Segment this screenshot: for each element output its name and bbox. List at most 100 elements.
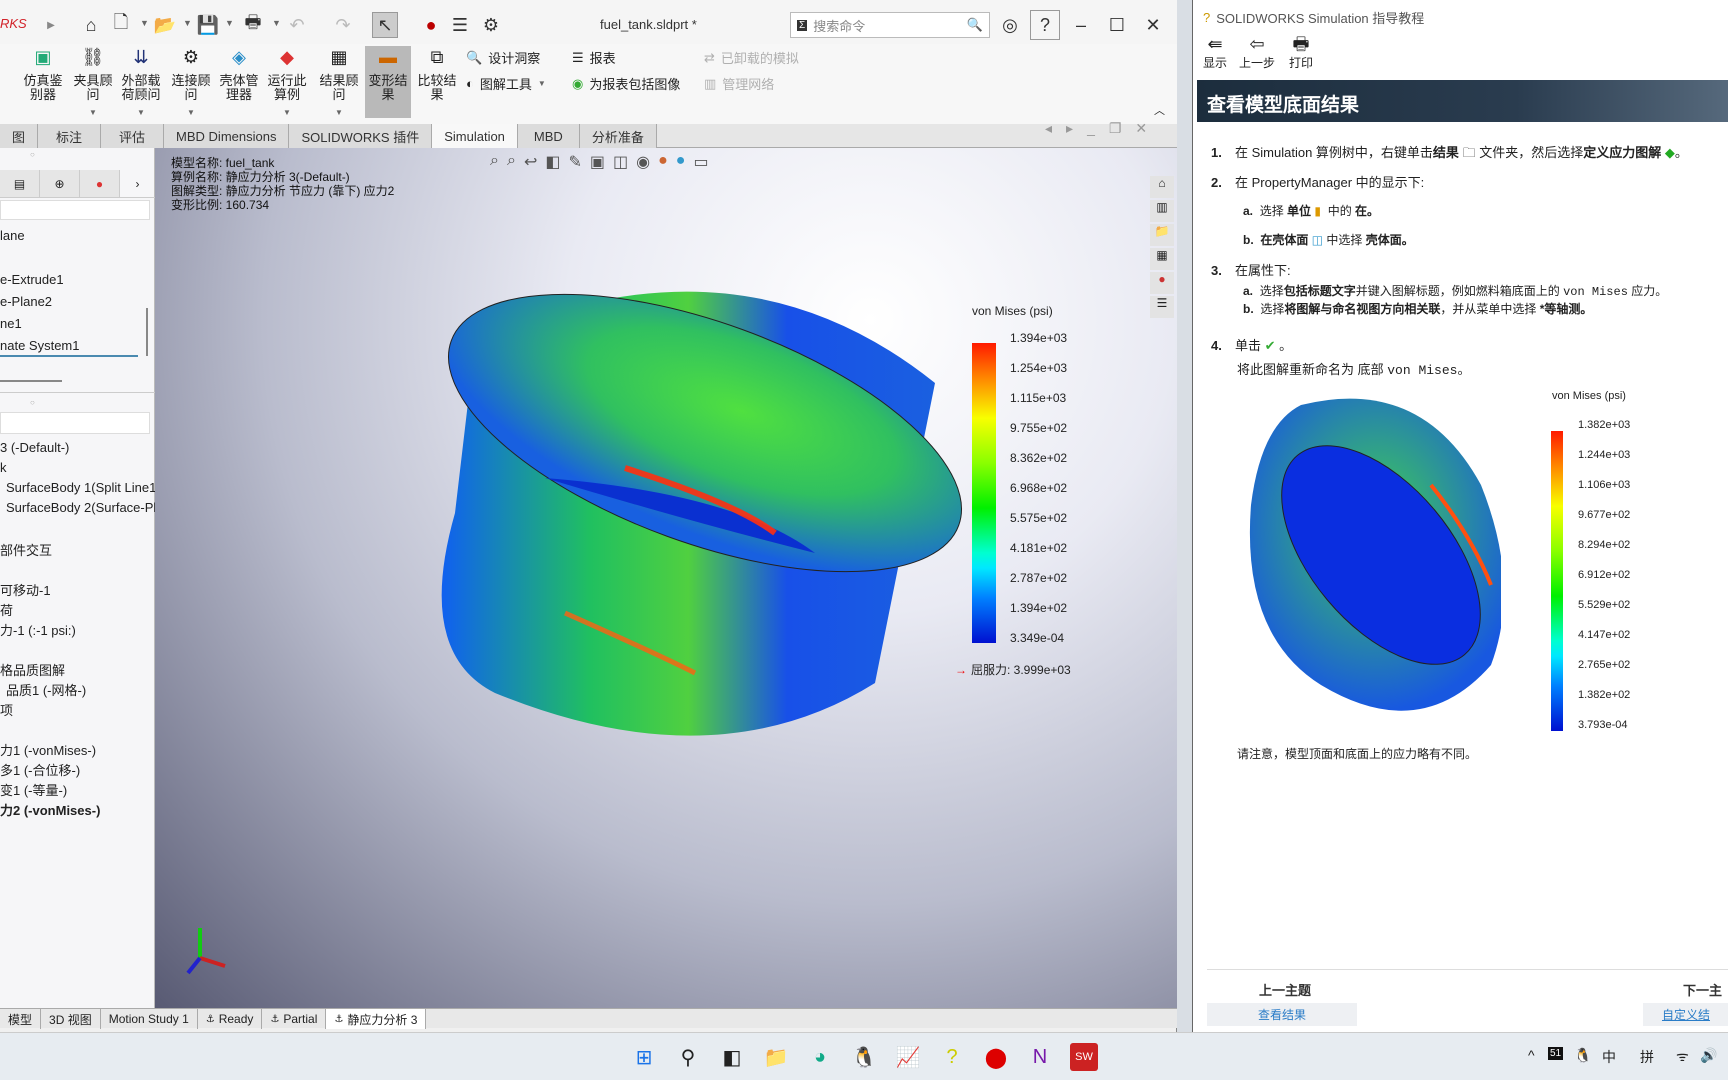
configuration-tab[interactable]: ⊕ — [40, 170, 80, 197]
print-icon[interactable]: 🖶 — [240, 12, 266, 38]
chevron-down-icon[interactable]: ▼ — [225, 18, 234, 28]
recorder-icon[interactable]: ⬤ — [982, 1043, 1010, 1071]
stress-plot-model[interactable] — [315, 263, 1035, 803]
ribbon-button-deformed-result[interactable]: ▬ 变形结果 — [365, 46, 411, 118]
rollback-bar[interactable] — [0, 355, 138, 357]
tab-static-study-3[interactable]: ⚓ 静应力分析 3 — [326, 1009, 427, 1029]
user-icon[interactable]: ◎ — [995, 10, 1025, 40]
onenote-icon[interactable]: N — [1026, 1043, 1054, 1071]
ribbon-button-compare-results[interactable]: ⧉ 比较结果 — [414, 48, 460, 102]
next-window-icon[interactable]: ▸ — [1066, 120, 1073, 137]
ribbon-button-sim-evaluator[interactable]: ▣ 仿真鉴别器 — [20, 48, 66, 102]
input-mode[interactable]: 中 — [1602, 1047, 1616, 1067]
help-icon[interactable]: ? — [1030, 10, 1060, 40]
sim-tree-item[interactable]: 部件交互 — [0, 540, 52, 559]
collapse-ribbon-icon[interactable]: ︿ — [1154, 102, 1165, 118]
chevron-down-icon[interactable]: ▼ — [70, 106, 116, 120]
property-manager-tab[interactable]: ▤ — [0, 170, 40, 197]
more-tabs-arrow[interactable]: › — [120, 170, 155, 197]
redo-icon[interactable]: ↷ — [330, 12, 356, 38]
save-icon[interactable]: 💾 — [195, 12, 221, 38]
plot-tools-button[interactable]: ◐ 图解工具 ▼ — [466, 74, 546, 93]
tree-item[interactable]: ne1 — [0, 316, 22, 331]
appearance-tab[interactable]: ● — [80, 170, 120, 197]
h-scrollbar[interactable] — [0, 380, 62, 382]
include-image-button[interactable]: ◉ 为报表包括图像 — [572, 74, 680, 93]
zoom-to-fit-icon[interactable]: ⌕ — [490, 152, 499, 172]
zoom-to-area-icon[interactable]: ⌕ — [507, 152, 516, 172]
custom-properties-icon[interactable]: ☰ — [1150, 296, 1174, 318]
sim-tree-item[interactable]: 项 — [0, 700, 13, 719]
design-insight-button[interactable]: 🔍 设计洞察 — [466, 48, 540, 67]
tab-ready[interactable]: ⚓ Ready — [198, 1009, 263, 1029]
monitor-app-icon[interactable]: 📈 — [894, 1043, 922, 1071]
tab-evaluate[interactable]: 评估 — [101, 124, 165, 148]
apply-scene-icon[interactable]: ● — [676, 152, 686, 172]
back-button[interactable]: ⇦ 上一步 — [1239, 34, 1275, 71]
tray-badge[interactable]: 51 — [1548, 1047, 1564, 1060]
feature-filter-input[interactable] — [0, 200, 150, 220]
sim-tree-item[interactable]: 力2 (-vonMises-) — [0, 800, 100, 819]
expand-menu-icon[interactable]: ▶ — [38, 12, 64, 38]
minimize-viewport-icon[interactable]: _ — [1087, 120, 1095, 137]
sim-tree-item[interactable]: k — [0, 460, 7, 475]
previous-view-icon[interactable]: ↩ — [524, 152, 537, 172]
task-view-icon[interactable]: ◧ — [718, 1043, 746, 1071]
open-file-icon[interactable]: 📂 — [152, 12, 178, 38]
sim-tree-item[interactable]: 品质1 (-网格-) — [6, 680, 86, 699]
edit-appearance-icon[interactable]: ● — [658, 152, 668, 172]
chevron-down-icon[interactable]: ▼ — [264, 106, 310, 120]
ime-indicator[interactable]: 拼 — [1640, 1047, 1654, 1067]
ribbon-button-fixture-advisor[interactable]: ⛓ 夹具顾问 ▼ — [70, 48, 116, 120]
sim-tree-item[interactable]: SurfaceBody 1(Split Line1) (- — [6, 480, 173, 495]
prev-window-icon[interactable]: ◂ — [1045, 120, 1052, 137]
tab-3d-view[interactable]: 3D 视图 — [41, 1009, 101, 1029]
undo-icon[interactable]: ↶ — [284, 12, 310, 38]
wifi-icon[interactable]: ᯤ — [1676, 1047, 1689, 1066]
tree-item[interactable]: nate System1 — [0, 338, 80, 353]
tab-solidworks-addins[interactable]: SOLIDWORKS 插件 — [289, 124, 433, 148]
tab-motion-study[interactable]: Motion Study 1 — [101, 1009, 198, 1029]
minimize-button[interactable]: – — [1066, 10, 1096, 40]
qq-tray-icon[interactable]: 🐧 — [1574, 1047, 1591, 1064]
sim-tree-filter-input[interactable] — [0, 412, 150, 434]
chevron-down-icon[interactable]: ▼ — [272, 18, 281, 28]
restore-viewport-icon[interactable]: ❐ — [1109, 120, 1122, 137]
display-style-icon[interactable]: ◫ — [613, 152, 628, 172]
start-icon[interactable]: ⊞ — [630, 1043, 658, 1071]
command-search-box[interactable]: Σ 搜索命令 🔍 — [790, 12, 990, 38]
close-button[interactable]: ✕ — [1138, 10, 1168, 40]
tree-item[interactable]: e-Plane2 — [0, 294, 52, 309]
home-icon[interactable]: ⌂ — [78, 12, 104, 38]
sim-tree-item[interactable]: 多1 (-合位移-) — [0, 760, 80, 779]
file-explorer-icon[interactable]: 📁 — [1150, 224, 1174, 246]
sim-tree-item[interactable]: 可移动-1 — [0, 580, 51, 599]
qq-icon[interactable]: 🐧 — [850, 1043, 878, 1071]
view-settings-icon[interactable]: ▭ — [693, 152, 708, 172]
chevron-down-icon[interactable]: ▼ — [316, 106, 362, 120]
next-topic-link[interactable]: 自定义结 — [1643, 1003, 1728, 1026]
design-library-icon[interactable]: ▥ — [1150, 200, 1174, 222]
chevron-down-icon[interactable]: ▼ — [140, 18, 149, 28]
sim-tree-item[interactable]: 格品质图解 — [0, 660, 65, 679]
search-icon[interactable]: 🔍 — [967, 17, 983, 33]
ribbon-button-run-study[interactable]: ◆ 运行此算例 ▼ — [264, 48, 310, 120]
help-app-icon[interactable]: ? — [938, 1043, 966, 1071]
sim-tree-item[interactable]: SurfaceBody 2(Surface-Plan — [6, 500, 171, 515]
tab-markup[interactable]: 标注 — [38, 124, 102, 148]
tab-partial[interactable]: ⚓ Partial — [262, 1009, 327, 1029]
new-file-icon[interactable]: 🗋 — [108, 12, 134, 38]
splitter-handle[interactable]: ○ — [30, 398, 35, 407]
tree-item[interactable]: lane — [0, 228, 25, 243]
scrollbar[interactable] — [146, 308, 148, 356]
gear-icon[interactable]: ⚙ — [478, 12, 504, 38]
file-properties-icon[interactable]: ☰ — [447, 12, 473, 38]
solidworks-taskbar-icon[interactable]: SW — [1070, 1043, 1098, 1071]
chevron-down-icon[interactable]: ▼ — [183, 18, 192, 28]
hide-show-icon[interactable]: ◉ — [636, 152, 650, 172]
graphics-viewport[interactable]: 模型名称: fuel_tank 算例名称: 静应力分析 3(-Default-)… — [155, 120, 1177, 1008]
tab-mbd-dimensions[interactable]: MBD Dimensions — [164, 124, 290, 148]
splitter-handle[interactable]: ○ — [30, 150, 35, 159]
file-explorer-icon[interactable]: 📁 — [762, 1043, 790, 1071]
sim-tree-item[interactable]: 荷 — [0, 600, 13, 619]
